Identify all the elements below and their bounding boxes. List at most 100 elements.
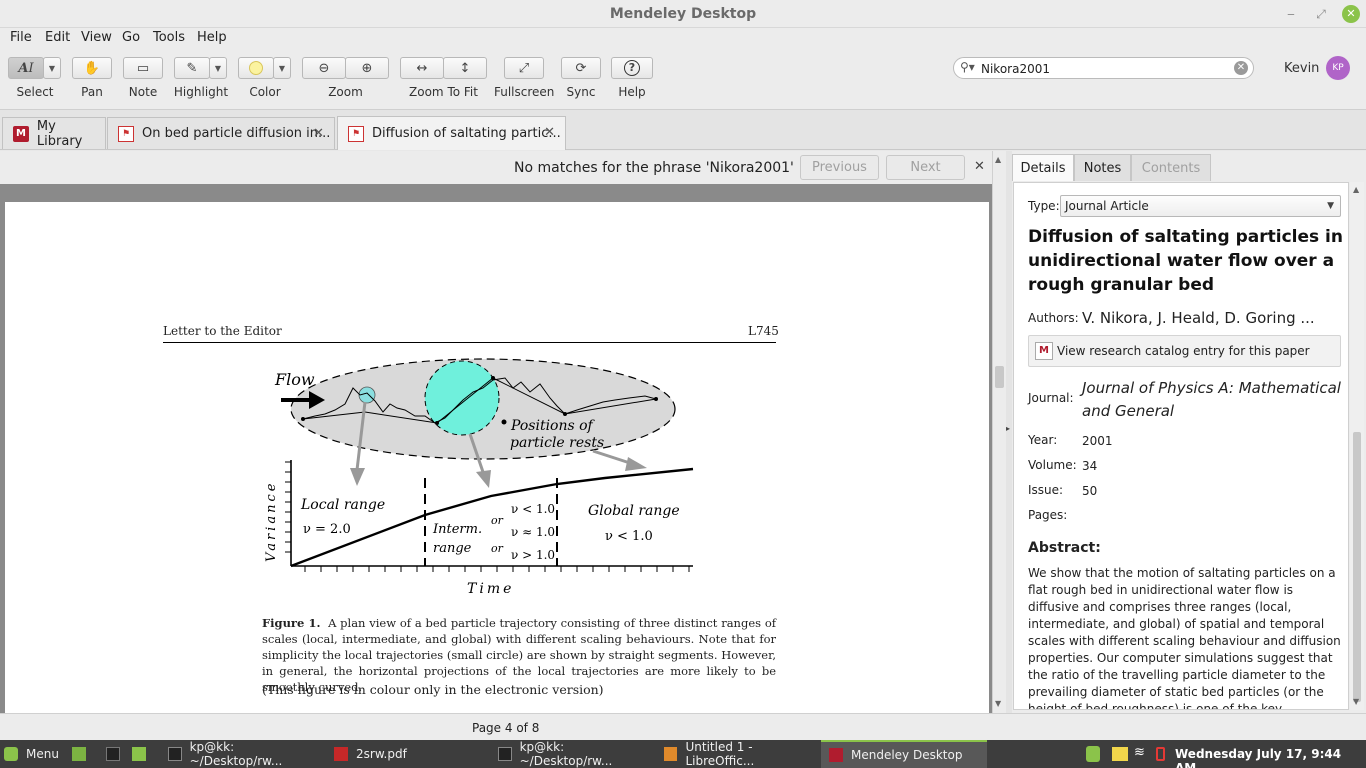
document-title[interactable]: Diffusion of saltating particles in unid… bbox=[1028, 225, 1346, 297]
close-tab-icon[interactable]: ✕ bbox=[313, 126, 324, 141]
clear-search-icon[interactable]: ✕ bbox=[1234, 61, 1248, 75]
files-launcher[interactable] bbox=[132, 740, 154, 768]
highlighter-icon: ✎ bbox=[186, 60, 198, 76]
menu-go[interactable]: Go bbox=[122, 30, 140, 45]
menu-file[interactable]: File bbox=[10, 30, 32, 45]
taskbar-item-libreoffice[interactable]: Untitled 1 - LibreOffic... bbox=[656, 740, 820, 768]
close-tab-icon[interactable]: ✕ bbox=[544, 125, 555, 140]
volume-value[interactable]: 34 bbox=[1082, 459, 1097, 473]
tab-my-library[interactable]: M My Library bbox=[2, 117, 106, 149]
zoom-out-icon: ⊖ bbox=[318, 60, 330, 76]
show-desktop-launcher[interactable] bbox=[72, 740, 94, 768]
select-text-button[interactable]: AI bbox=[8, 57, 44, 79]
taskbar-label: Untitled 1 - LibreOffic... bbox=[685, 740, 755, 768]
clock[interactable]: Wednesday July 17, 9:44 AM bbox=[1175, 747, 1366, 768]
highlight-dropdown[interactable]: ▼ bbox=[209, 57, 227, 79]
scroll-up-icon[interactable]: ▲ bbox=[995, 155, 1001, 164]
sync-button[interactable]: ⟳ bbox=[561, 57, 601, 79]
taskbar: Menu kp@kk: ~/Desktop/rw... 2srw.pdf kp@… bbox=[0, 740, 1366, 768]
tab-bar: M My Library ⚑ On bed particle diffusion… bbox=[0, 110, 1366, 150]
scrollbar-thumb[interactable] bbox=[995, 366, 1004, 388]
authors-value[interactable]: V. Nikora, J. Heald, D. Goring ... bbox=[1082, 309, 1315, 327]
pan-label: Pan bbox=[81, 85, 103, 99]
zoom-fit-height-button[interactable]: ↕ bbox=[443, 57, 487, 79]
scroll-down-icon[interactable]: ▼ bbox=[1353, 697, 1359, 706]
shield-icon[interactable] bbox=[1086, 746, 1100, 762]
fullscreen-button[interactable]: ⤢ bbox=[504, 57, 544, 79]
help-button[interactable]: ? bbox=[611, 57, 653, 79]
avatar[interactable]: KP bbox=[1326, 56, 1350, 80]
note-button[interactable]: ▭ bbox=[123, 57, 163, 79]
maximize-icon[interactable]: ⤢ bbox=[1312, 5, 1330, 23]
notes-icon[interactable] bbox=[1112, 747, 1128, 761]
tab-document-2[interactable]: ⚑ Diffusion of saltating partic... ✕ bbox=[337, 116, 566, 150]
journal-value[interactable]: Journal of Physics A: Mathematical and G… bbox=[1082, 377, 1342, 423]
collapse-panel-icon[interactable]: ▸ bbox=[1006, 424, 1010, 433]
volume-label: Volume: bbox=[1028, 458, 1077, 472]
highlight-button[interactable]: ✎ bbox=[174, 57, 210, 79]
close-find-icon[interactable]: ✕ bbox=[974, 159, 985, 174]
taskbar-item-mendeley[interactable]: Mendeley Desktop bbox=[821, 740, 987, 768]
particle-rests-label: particle rests bbox=[510, 435, 604, 451]
status-bar: Page 4 of 8 bbox=[0, 713, 1366, 740]
wifi-icon[interactable]: ≋ bbox=[1134, 745, 1145, 760]
taskbar-item-terminal-1[interactable]: kp@kk: ~/Desktop/rw... bbox=[160, 740, 326, 768]
catalog-entry-button[interactable]: M View research catalog entry for this p… bbox=[1028, 335, 1341, 367]
zoom-in-button[interactable]: ⊕ bbox=[345, 57, 389, 79]
global-nu-label: ν < 1.0 bbox=[605, 529, 653, 544]
sync-icon: ⟳ bbox=[575, 60, 587, 76]
find-previous-button[interactable]: Previous bbox=[800, 155, 879, 180]
color-button[interactable] bbox=[238, 57, 274, 79]
figure-note: (This figure is in colour only in the el… bbox=[262, 682, 604, 697]
viewer-scrollbar[interactable]: ▲ ▼ bbox=[992, 151, 1006, 713]
terminal-launcher[interactable] bbox=[106, 740, 128, 768]
start-menu-button[interactable]: Menu bbox=[4, 740, 59, 768]
tab-document-1[interactable]: ⚑ On bed particle diffusion in... ✕ bbox=[107, 117, 335, 149]
pan-button[interactable]: ✋ bbox=[72, 57, 112, 79]
zoom-fit-width-button[interactable]: ↔ bbox=[400, 57, 444, 79]
scroll-up-icon[interactable]: ▲ bbox=[1353, 185, 1359, 194]
tab-notes[interactable]: Notes bbox=[1074, 154, 1131, 181]
menu-help[interactable]: Help bbox=[197, 30, 227, 45]
zoom-out-button[interactable]: ⊖ bbox=[302, 57, 346, 79]
tab-details[interactable]: Details bbox=[1012, 154, 1074, 181]
search-input[interactable] bbox=[981, 60, 1221, 77]
mendeley-icon bbox=[829, 748, 843, 762]
issue-value[interactable]: 50 bbox=[1082, 484, 1097, 498]
user-name[interactable]: Kevin bbox=[1284, 61, 1319, 76]
details-scrollbar[interactable]: ▲ ▼ bbox=[1350, 182, 1364, 710]
pdf-viewer[interactable]: Letter to the Editor L745 Flow Positions… bbox=[0, 184, 992, 713]
color-dropdown[interactable]: ▼ bbox=[273, 57, 291, 79]
type-select[interactable]: Journal Article ▼ bbox=[1060, 195, 1341, 217]
window-titlebar: Mendeley Desktop ‒ ⤢ ✕ bbox=[0, 0, 1366, 28]
tab-contents[interactable]: Contents bbox=[1131, 154, 1211, 181]
tab-label: My Library bbox=[36, 118, 83, 149]
scrollbar-thumb[interactable] bbox=[1353, 432, 1361, 702]
taskbar-item-terminal-2[interactable]: kp@kk: ~/Desktop/rw... bbox=[490, 740, 656, 768]
taskbar-item-pdf[interactable]: 2srw.pdf bbox=[326, 740, 488, 768]
window-title: Mendeley Desktop bbox=[609, 6, 757, 22]
issue-label: Issue: bbox=[1028, 483, 1064, 497]
year-label: Year: bbox=[1028, 433, 1058, 447]
pdf-page[interactable]: Letter to the Editor L745 Flow Positions… bbox=[5, 202, 989, 713]
caption-label: Figure 1. bbox=[262, 616, 321, 630]
color-label: Color bbox=[249, 85, 281, 99]
terminal-icon bbox=[106, 747, 120, 761]
flow-label: Flow bbox=[274, 370, 315, 389]
scroll-down-icon[interactable]: ▼ bbox=[995, 699, 1001, 708]
year-value[interactable]: 2001 bbox=[1082, 434, 1113, 448]
search-box[interactable]: ⚲▾ ✕ bbox=[953, 57, 1254, 79]
note-label: Note bbox=[128, 85, 158, 99]
menu-view[interactable]: View bbox=[81, 30, 112, 45]
menu-edit[interactable]: Edit bbox=[45, 30, 70, 45]
menu-tools[interactable]: Tools bbox=[153, 30, 185, 45]
close-window-icon[interactable]: ✕ bbox=[1342, 5, 1360, 23]
color-swatch-icon bbox=[249, 61, 263, 75]
search-icon[interactable]: ⚲▾ bbox=[960, 60, 975, 74]
battery-icon[interactable] bbox=[1156, 747, 1165, 761]
find-next-button[interactable]: Next bbox=[886, 155, 965, 180]
details-panel: Details Notes Contents Type: Journal Art… bbox=[1012, 151, 1366, 713]
minimize-icon[interactable]: ‒ bbox=[1282, 5, 1300, 23]
abstract-text[interactable]: We show that the motion of saltating par… bbox=[1028, 565, 1344, 709]
select-dropdown[interactable]: ▼ bbox=[43, 57, 61, 79]
